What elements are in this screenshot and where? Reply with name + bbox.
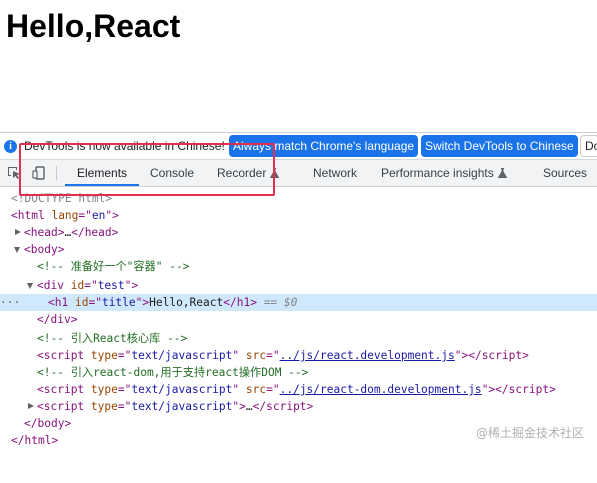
tab-recorder[interactable]: Recorder: [217, 160, 280, 186]
tab-performance-insights-label: Performance insights: [381, 166, 494, 180]
tab-sources[interactable]: Sources: [543, 160, 587, 186]
tab-performance-insights[interactable]: Performance insights: [381, 160, 507, 186]
watermark: @稀土掘金技术社区: [475, 426, 584, 440]
tab-elements[interactable]: Elements: [64, 160, 140, 186]
toolbar-divider: [56, 166, 57, 180]
collapse-arrow-icon[interactable]: [27, 283, 33, 289]
more-actions-icon[interactable]: ···: [0, 294, 20, 311]
script-src-link[interactable]: ../js/react.development.js: [280, 349, 455, 362]
device-toolbar-icon[interactable]: [32, 166, 46, 180]
inspect-element-icon[interactable]: [7, 166, 21, 180]
expand-arrow-icon[interactable]: [28, 403, 34, 409]
experiment-flask-icon: [270, 167, 280, 178]
script-react-node[interactable]: <script type="text/javascript" src="../j…: [0, 347, 597, 364]
rendered-page: Hello,React: [0, 0, 597, 132]
tab-network[interactable]: Network: [313, 160, 357, 186]
div-close-node[interactable]: </div>: [0, 311, 597, 328]
head-node[interactable]: <head>…</head>: [0, 224, 597, 241]
always-match-language-button[interactable]: Always match Chrome's language: [229, 135, 419, 157]
script-react-dom-node[interactable]: <script type="text/javascript" src="../j…: [0, 381, 597, 398]
tab-recorder-label: Recorder: [217, 166, 267, 180]
dont-show-again-button[interactable]: Don't show again: [580, 135, 597, 157]
comment-node[interactable]: <!-- 引入react-dom,用于支持react操作DOM -->: [0, 364, 597, 381]
html-node[interactable]: <html lang="en">: [0, 207, 597, 224]
body-node[interactable]: <body>: [0, 241, 597, 258]
comment-node[interactable]: <!-- 准备好一个"容器" -->: [0, 258, 597, 275]
devtools-tabbar: Elements Console Recorder Network Perfor…: [0, 159, 597, 187]
script-inline-node[interactable]: <script type="text/javascript">…</script…: [0, 398, 597, 415]
comment-node[interactable]: <!-- 引入React核心库 -->: [0, 330, 597, 347]
devtools-panel: i DevTools is now available in Chinese! …: [0, 132, 597, 454]
language-infobar: i DevTools is now available in Chinese! …: [0, 132, 597, 159]
expand-arrow-icon[interactable]: [15, 229, 21, 235]
info-icon: i: [4, 140, 17, 153]
infobar-message: DevTools is now available in Chinese!: [24, 139, 225, 153]
doctype-node[interactable]: <!DOCTYPE html>: [0, 190, 597, 207]
elements-dom-tree: <!DOCTYPE html> <html lang="en"> <head>……: [0, 187, 597, 454]
tab-console[interactable]: Console: [150, 160, 194, 186]
experiment-flask-icon: [497, 167, 507, 178]
div-test-node[interactable]: <div id="test">: [0, 277, 597, 294]
switch-to-chinese-button[interactable]: Switch DevTools to Chinese: [421, 135, 578, 157]
page-heading: Hello,React: [6, 8, 181, 44]
h1-title-node-selected[interactable]: ··· <h1 id="title">Hello,React</h1> == $…: [0, 294, 597, 311]
script-src-link[interactable]: ../js/react-dom.development.js: [280, 383, 482, 396]
collapse-arrow-icon[interactable]: [14, 247, 20, 253]
